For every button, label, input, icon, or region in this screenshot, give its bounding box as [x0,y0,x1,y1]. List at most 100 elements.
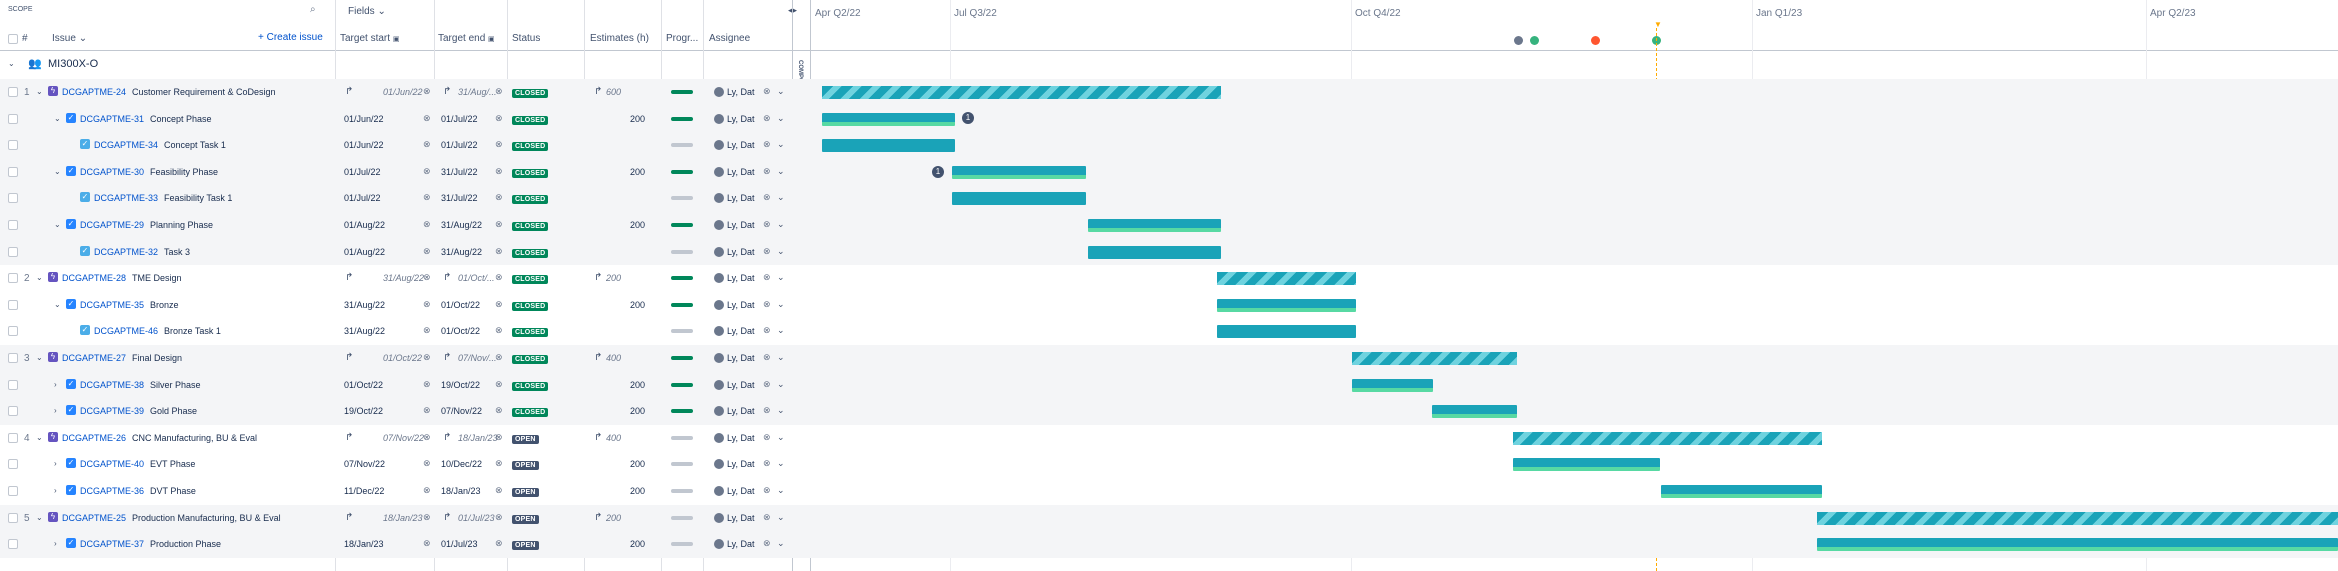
col-issue[interactable]: Issue ⌄ [52,33,87,44]
chevron-down-icon[interactable]: ⌄ [777,166,785,177]
issue-summary[interactable]: DVT Phase [150,486,196,496]
target-start-value[interactable]: 07/Nov/22 [383,433,424,443]
target-start-value[interactable]: 01/Jul/22 [344,167,381,177]
chevron-down-icon[interactable]: ⌄ [777,485,785,496]
timeline-bar[interactable] [1217,325,1356,339]
target-end-value[interactable]: 18/Jan/23 [458,433,498,443]
target-start-value[interactable]: 11/Dec/22 [344,486,384,496]
issue-key-link[interactable]: DCGAPTME-36 [80,486,144,496]
estimate-value[interactable]: 200 [630,486,645,496]
clear-icon[interactable]: ⊗ [495,325,503,336]
target-start-value[interactable]: 01/Jun/22 [344,114,384,124]
clear-icon[interactable]: ⊗ [495,458,503,469]
clear-icon[interactable]: ⊗ [423,166,431,177]
timeline-bar[interactable] [1513,458,1660,472]
assignee-name[interactable]: Ly, Dat [727,87,755,97]
target-start-value[interactable]: 01/Oct/22 [344,380,383,390]
clear-icon[interactable]: ⊗ [423,192,431,203]
target-end-value[interactable]: 01/Oct/22 [441,326,480,336]
row-checkbox[interactable] [8,87,18,97]
col-assignee[interactable]: Assignee [709,33,750,44]
timeline-bar[interactable] [1352,378,1433,392]
issue-key-link[interactable]: DCGAPTME-34 [94,140,158,150]
timeline-bar[interactable] [1513,431,1822,445]
timeline-bar[interactable] [1217,272,1356,286]
issue-summary[interactable]: CNC Manufacturing, BU & Eval [132,433,257,443]
chevron-down-icon[interactable]: ⌄ [777,192,785,203]
group-name[interactable]: MI300X-O [48,58,98,70]
row-checkbox[interactable] [8,539,18,550]
issue-summary[interactable]: Bronze Task 1 [164,326,221,336]
clear-icon[interactable]: ⊗ [763,405,771,416]
issue-summary[interactable]: Final Design [132,353,182,363]
row-checkbox[interactable] [8,406,18,417]
chevron-down-icon[interactable]: › [54,486,57,495]
timeline-bar[interactable] [1817,538,2338,552]
status-badge[interactable]: CLOSED [512,300,549,311]
row-checkbox[interactable] [8,432,18,443]
col-progress[interactable]: Progr... [666,33,698,44]
clear-icon[interactable]: ⊗ [495,299,503,310]
target-end-value[interactable]: 10/Dec/22 [441,459,482,469]
clear-icon[interactable]: ⊗ [423,512,431,523]
status-badge[interactable]: OPEN [512,513,539,524]
clear-icon[interactable]: ⊗ [495,86,503,97]
assignee-name[interactable]: Ly, Dat [727,273,755,283]
issue-summary[interactable]: Gold Phase [150,406,197,416]
assignee-name[interactable]: Ly, Dat [727,300,755,310]
assignee-name[interactable]: Ly, Dat [727,459,755,469]
status-badge[interactable]: CLOSED [512,273,549,285]
estimate-value[interactable]: 200 [630,539,645,549]
clear-icon[interactable]: ⊗ [763,512,771,523]
timeline-bar[interactable] [1217,298,1356,312]
search-icon[interactable]: ⌕ [310,4,316,15]
clear-icon[interactable]: ⊗ [763,458,771,469]
clear-icon[interactable]: ⊗ [495,352,503,363]
estimate-value[interactable]: 400 [606,353,621,363]
clear-icon[interactable]: ⊗ [495,246,503,257]
target-end-value[interactable]: 18/Jan/23 [441,486,481,496]
clear-icon[interactable]: ⊗ [423,405,431,416]
status-badge[interactable]: CLOSED [512,247,549,258]
issue-summary[interactable]: Concept Phase [150,114,212,124]
issue-key-link[interactable]: DCGAPTME-33 [94,193,158,203]
clear-icon[interactable]: ⊗ [763,139,771,150]
issue-key-link[interactable]: DCGAPTME-40 [80,459,144,469]
clear-icon[interactable]: ⊗ [763,219,771,230]
target-end-value[interactable]: 07/Nov/22 [441,406,482,416]
row-checkbox[interactable] [8,220,18,230]
issue-summary[interactable]: Feasibility Phase [150,167,218,177]
row-checkbox[interactable] [8,193,18,204]
chevron-down-icon[interactable]: › [54,406,57,415]
assignee-name[interactable]: Ly, Dat [727,193,755,203]
target-end-value[interactable]: 01/Jul/22 [441,140,478,150]
issue-key-link[interactable]: DCGAPTME-25 [62,513,126,523]
estimate-value[interactable]: 200 [630,406,645,416]
clear-icon[interactable]: ⊗ [495,485,503,496]
target-end-value[interactable]: 01/Jul/23 [441,539,478,549]
chevron-down-icon[interactable]: ⌄ [777,512,785,523]
clear-icon[interactable]: ⊗ [495,219,503,230]
timeline-bar[interactable] [1088,219,1221,232]
target-start-value[interactable]: 18/Jan/23 [344,539,384,549]
assignee-name[interactable]: Ly, Dat [727,353,755,363]
issue-summary[interactable]: Customer Requirement & CoDesign [132,87,276,97]
assignee-name[interactable]: Ly, Dat [727,247,755,257]
chevron-down-icon[interactable]: ⌄ [36,273,43,282]
clear-icon[interactable]: ⊗ [763,379,771,390]
assignee-name[interactable]: Ly, Dat [727,326,755,336]
status-badge[interactable]: OPEN [512,459,539,471]
target-start-value[interactable]: 31/Aug/22 [344,300,385,310]
clear-icon[interactable]: ⊗ [423,538,431,549]
target-end-value[interactable]: 19/Oct/22 [441,380,480,390]
col-status[interactable]: Status [512,33,540,44]
target-end-value[interactable]: 01/Jul/23 [458,513,495,523]
row-checkbox[interactable] [8,459,18,470]
assignee-name[interactable]: Ly, Dat [727,513,755,523]
issue-summary[interactable]: Bronze [150,300,179,310]
timeline-bar[interactable] [822,139,955,153]
issue-key-link[interactable]: DCGAPTME-30 [80,167,144,177]
target-start-value[interactable]: 31/Aug/22 [344,326,385,336]
clear-icon[interactable]: ⊗ [423,352,431,363]
chevron-down-icon[interactable]: ⌄ [36,87,43,96]
